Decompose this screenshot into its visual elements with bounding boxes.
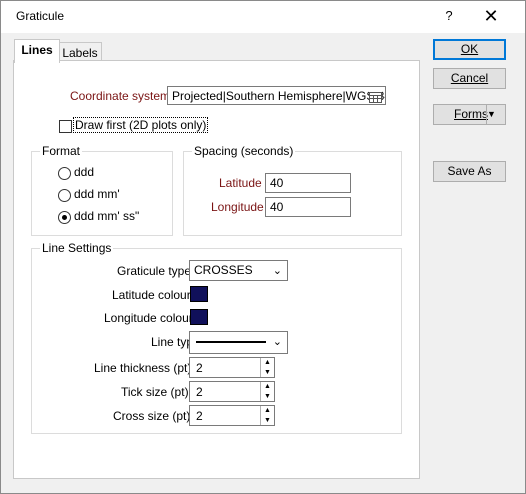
decrement-icon[interactable]: ▼ [261,416,274,425]
longitude-spacing-label: Longitude [211,200,264,214]
tick-size-value: 2 [196,385,203,399]
line-settings-group: Line Settings Graticule type CROSSES ⌄ L… [31,241,402,434]
coordinate-system-label: Coordinate system [70,89,171,103]
line-settings-group-title: Line Settings [40,241,114,255]
increment-icon[interactable]: ▲ [261,406,274,415]
stepper-buttons: ▲ ▼ [260,358,274,377]
latitude-colour-swatch[interactable] [190,286,208,302]
graticule-dialog: Graticule ? ✕ Lines Labels Coordinate sy… [0,0,526,494]
spacing-group-title: Spacing (seconds) [192,144,296,158]
graticule-type-label: Graticule type [117,264,192,278]
tick-size-label: Tick size (pt) [121,385,189,399]
cancel-button[interactable]: Cancel [433,68,506,89]
forms-button[interactable]: Forms ▼ [433,104,506,125]
latitude-spacing-input[interactable]: 40 [265,173,351,193]
tab-lines[interactable]: Lines [14,39,60,63]
format-group: Format ddd ddd mm' ddd mm' ss" [31,144,173,236]
format-group-title: Format [40,144,83,158]
coordinate-system-value: Projected|Southern Hemisphere|WGS 84 [172,89,386,103]
line-thickness-value: 2 [196,361,203,375]
longitude-spacing-input[interactable]: 40 [265,197,351,217]
stepper-buttons: ▲ ▼ [260,382,274,401]
chevron-down-icon: ⌄ [272,265,282,277]
draw-first-label[interactable]: Draw first (2D plots only) [72,117,209,133]
cancel-button-label: Cancel [450,71,489,85]
cross-size-value: 2 [196,409,203,423]
dialog-body: Lines Labels Coordinate system Projected… [1,33,525,493]
longitude-colour-swatch[interactable] [190,309,208,325]
title-bar: Graticule ? ✕ [1,1,525,33]
ok-button-label: OK [460,42,479,56]
line-type-sample [196,341,266,343]
chevron-down-icon: ⌄ [272,336,282,348]
spacing-group: Spacing (seconds) Latitude 40 Longitude … [183,144,402,236]
coordinate-system-field[interactable]: Projected|Southern Hemisphere|WGS 84 [167,86,386,105]
forms-dropdown-icon[interactable]: ▼ [486,105,505,124]
dialog-title: Graticule [16,9,65,23]
decrement-icon[interactable]: ▼ [261,392,274,401]
format-ddd-mm-radio[interactable] [58,189,71,202]
latitude-spacing-label: Latitude [219,176,262,190]
grid-browse-icon[interactable] [369,90,382,103]
format-ddd-mm-ss-label[interactable]: ddd mm' ss" [74,209,139,223]
decrement-icon[interactable]: ▼ [261,368,274,377]
latitude-colour-label: Latitude colour [112,288,191,302]
draw-first-checkbox[interactable] [59,120,72,133]
ok-button[interactable]: OK [433,39,506,60]
cross-size-stepper[interactable]: 2 ▲ ▼ [189,405,275,426]
line-thickness-label: Line thickness (pt) [94,361,192,375]
format-ddd-mm-label[interactable]: ddd mm' [74,187,120,201]
increment-icon[interactable]: ▲ [261,382,274,391]
graticule-type-value: CROSSES [194,263,253,277]
longitude-colour-label: Longitude colour [104,311,193,325]
increment-icon[interactable]: ▲ [261,358,274,367]
format-ddd-radio[interactable] [58,167,71,180]
close-button[interactable]: ✕ [476,3,506,29]
line-type-select[interactable]: ⌄ [189,331,288,354]
stepper-buttons: ▲ ▼ [260,406,274,425]
format-ddd-label[interactable]: ddd [74,165,94,179]
forms-button-label: Forms [454,107,488,121]
save-as-button[interactable]: Save As [433,161,506,182]
format-ddd-mm-ss-radio[interactable] [58,211,71,224]
tick-size-stepper[interactable]: 2 ▲ ▼ [189,381,275,402]
lines-tab-panel: Coordinate system Projected|Southern Hem… [13,60,420,479]
graticule-type-select[interactable]: CROSSES ⌄ [189,260,288,281]
help-button[interactable]: ? [434,3,464,29]
line-thickness-stepper[interactable]: 2 ▲ ▼ [189,357,275,378]
cross-size-label: Cross size (pt) [113,409,191,423]
